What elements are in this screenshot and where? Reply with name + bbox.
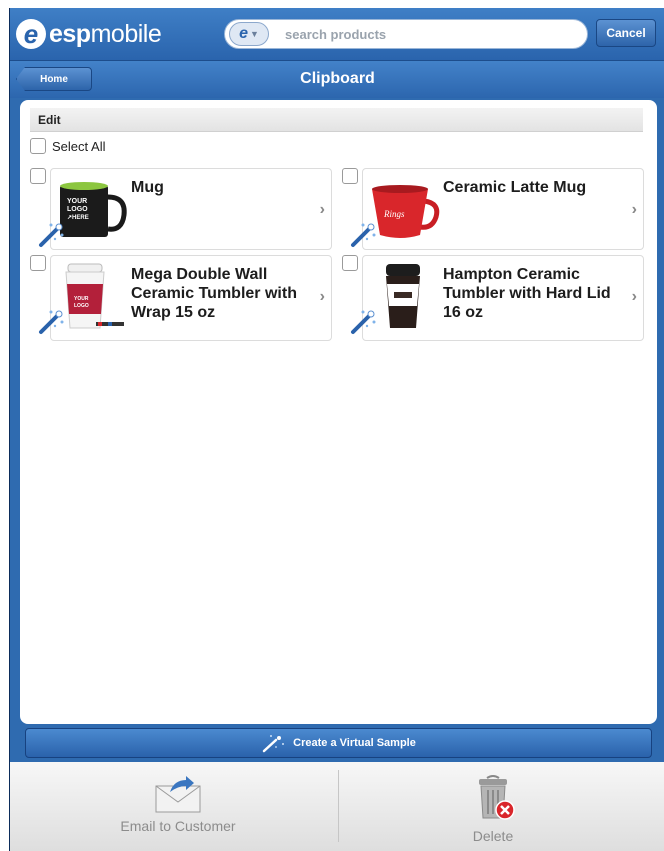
- product-checkbox[interactable]: [30, 168, 46, 184]
- delete-button[interactable]: Delete: [423, 774, 563, 845]
- create-virtual-sample-button[interactable]: Create a Virtual Sample: [25, 728, 652, 758]
- create-virtual-sample-label: Create a Virtual Sample: [293, 737, 416, 749]
- svg-text:LOGO: LOGO: [74, 303, 89, 309]
- product-title: Mega Double Wall Ceramic Tumbler with Wr…: [131, 266, 297, 321]
- product-checkbox[interactable]: [342, 255, 358, 271]
- chevron-right-icon[interactable]: ›: [320, 288, 325, 306]
- edit-header[interactable]: Edit: [30, 108, 643, 132]
- product-title: Hampton Ceramic Tumbler with Hard Lid 16…: [443, 266, 611, 321]
- chevron-right-icon[interactable]: ›: [320, 201, 325, 219]
- search-bar: e ▼: [224, 19, 588, 49]
- magic-wand-icon[interactable]: [37, 219, 67, 249]
- cancel-button[interactable]: Cancel: [596, 19, 656, 47]
- select-all-label: Select All: [52, 138, 106, 154]
- email-to-customer-button[interactable]: Email to Customer: [108, 774, 248, 835]
- logo-text: espmobile: [49, 19, 162, 48]
- search-input[interactable]: [283, 25, 557, 43]
- product-checkbox[interactable]: [30, 255, 46, 271]
- trash-delete-icon: [479, 775, 515, 820]
- product-card-mega-tumbler[interactable]: YOUR LOGO Mega Double Wall Ceramic Tumbl…: [39, 255, 332, 341]
- app-frame: e espmobile e▼ Cancel Home Clipboard Edi…: [9, 8, 664, 851]
- product-card-hampton-tumbler[interactable]: Hampton Ceramic Tumbler with Hard Lid 16…: [351, 255, 644, 341]
- magic-wand-icon: [262, 735, 285, 753]
- select-all-row[interactable]: Select All: [30, 138, 105, 154]
- svg-text:YOUR: YOUR: [67, 198, 87, 205]
- product-title: Ceramic Latte Mug: [443, 179, 587, 196]
- magic-wand-icon[interactable]: [37, 306, 67, 336]
- esp-mobile-logo[interactable]: e espmobile: [16, 17, 162, 51]
- svg-text:↗HERE: ↗HERE: [67, 215, 89, 221]
- page-title: Clipboard: [300, 70, 375, 87]
- toolbar-divider: [338, 770, 339, 842]
- chevron-right-icon[interactable]: ›: [632, 201, 637, 219]
- magic-wand-icon[interactable]: [349, 306, 379, 336]
- select-all-checkbox[interactable]: [30, 138, 46, 154]
- bottom-toolbar: Email to Customer Delete: [10, 762, 664, 851]
- svg-text:LOGO: LOGO: [67, 206, 88, 213]
- chevron-right-icon[interactable]: ›: [632, 288, 637, 306]
- product-checkbox[interactable]: [342, 168, 358, 184]
- nav-bar: Home Clipboard: [10, 61, 664, 98]
- email-icon: [155, 776, 201, 813]
- email-to-customer-label: Email to Customer: [120, 818, 236, 834]
- product-card-latte-mug[interactable]: Rings Ceramic Latte Mug ›: [351, 168, 644, 250]
- svg-text:Rings: Rings: [383, 209, 405, 219]
- svg-text:YOUR: YOUR: [74, 296, 89, 302]
- search-scope-icon[interactable]: e ▼: [229, 22, 269, 46]
- product-card-mug[interactable]: YOUR LOGO ↗HERE Mug ›: [39, 168, 332, 250]
- top-bar: e espmobile e▼ Cancel: [10, 8, 664, 61]
- delete-label: Delete: [472, 828, 514, 844]
- clipboard-panel: Edit Select All YOUR LOGO ↗HERE Mug › Ri…: [20, 100, 657, 724]
- logo-e-icon: e: [16, 19, 46, 49]
- magic-wand-icon[interactable]: [349, 219, 379, 249]
- product-title: Mug: [131, 179, 164, 196]
